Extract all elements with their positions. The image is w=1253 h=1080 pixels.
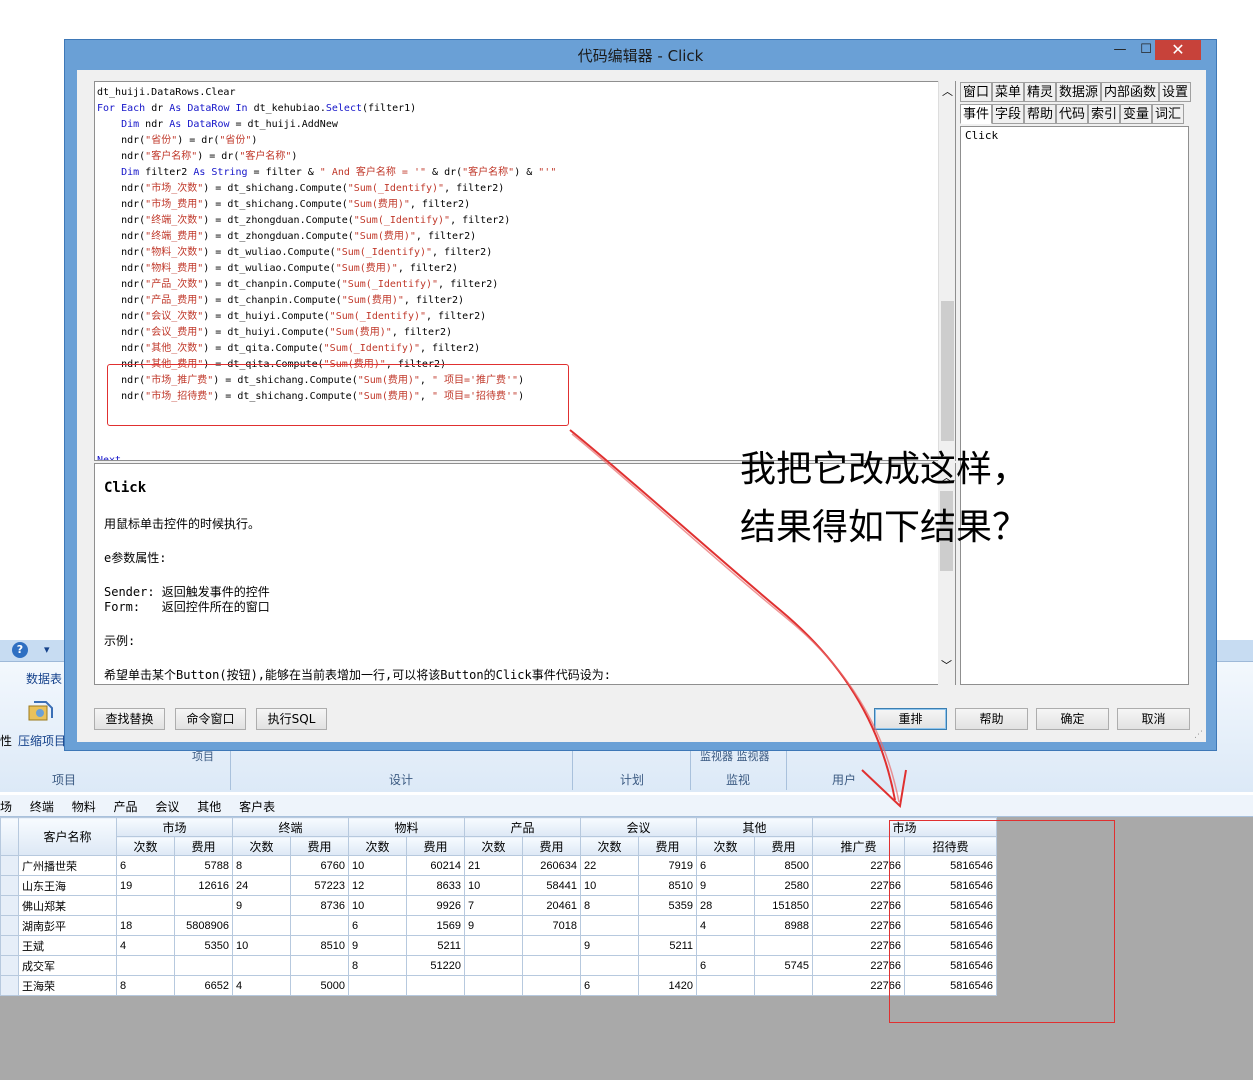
annotation-text-line2: 结果得如下结果？: [740, 507, 1029, 548]
annotation-text-line1: 我把它改成这样，: [740, 449, 1029, 490]
annotation-arrow-icon: [569, 429, 907, 809]
